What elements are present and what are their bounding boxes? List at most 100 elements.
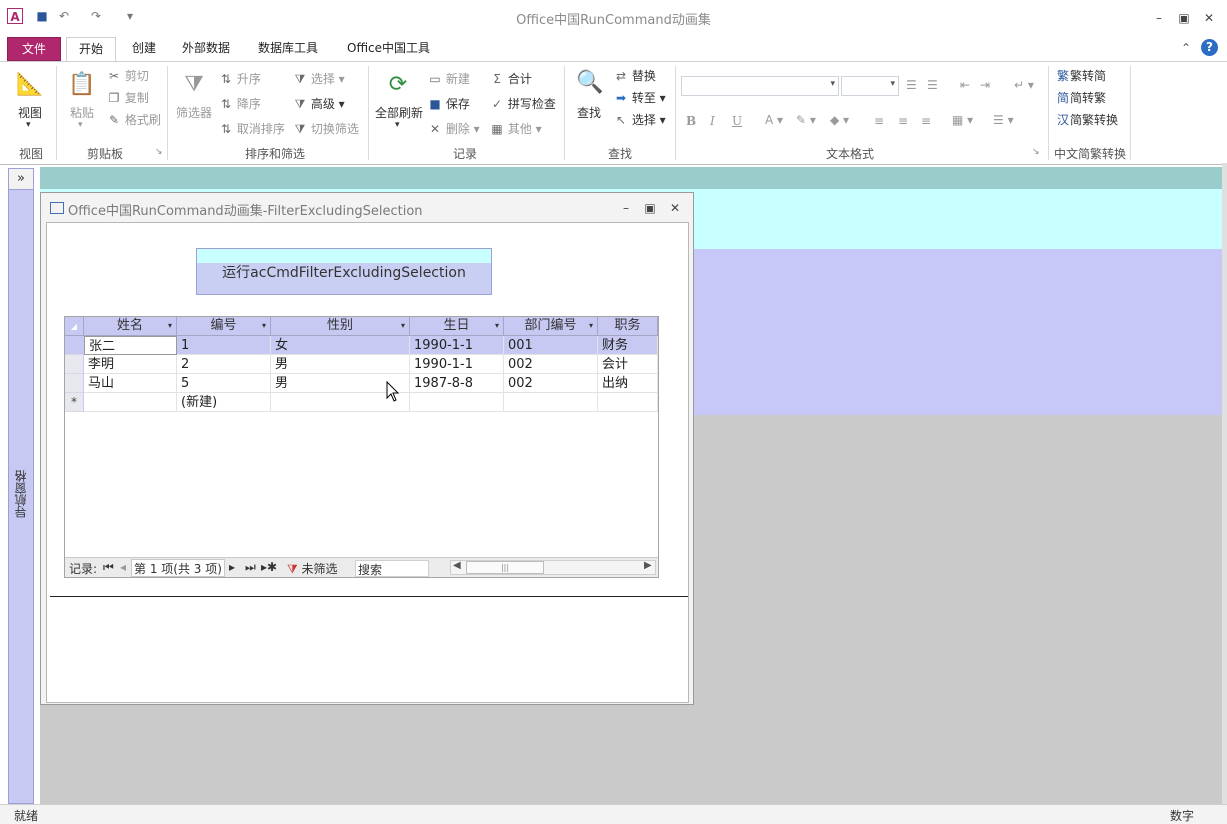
first-record-icon[interactable]: ⏮ [103,560,114,575]
column-dropdown-icon[interactable]: ▾ [495,317,499,335]
paste-button-label[interactable]: 粘贴 [70,104,94,121]
filter-icon[interactable]: ⧩ [178,70,210,100]
column-header[interactable]: 性别 ▾ [271,317,410,336]
paragraph-direction-icon[interactable]: ↵ ▾ [1014,78,1034,92]
table-cell[interactable]: 1990-1-1 [410,355,504,374]
tab-external-data[interactable]: 外部数据 [170,37,242,61]
simplified-to-traditional-button[interactable]: 简简转繁 [1056,89,1106,106]
decrease-indent-icon[interactable]: ⇤ [960,78,970,92]
replace-button[interactable]: ⇄ 替换 [614,67,656,84]
scroll-left-icon[interactable]: ◀ [453,560,461,571]
copy-button[interactable]: ❐ 复制 [107,89,149,106]
chinese-conversion-button[interactable]: 汉简繁转换 [1056,111,1118,128]
nav-pane-toggle[interactable]: » [8,168,34,190]
find-button-label[interactable]: 查找 [577,104,601,121]
bold-button[interactable]: B [686,114,696,128]
column-dropdown-icon[interactable]: ▾ [589,317,593,335]
table-cell[interactable] [410,393,504,412]
table-cell[interactable]: 出纳 [598,374,658,393]
help-icon[interactable]: ? [1201,39,1218,56]
increase-indent-icon[interactable]: ⇥ [980,78,990,92]
spelling-button[interactable]: ✓ 拼写检查 [490,95,556,112]
totals-button[interactable]: Σ 合计 [490,70,532,87]
goto-button[interactable]: ➡ 转至 ▾ [614,89,666,106]
italic-button[interactable]: I [710,114,715,128]
sort-descending-button[interactable]: ⇅ 降序 [219,95,261,112]
row-selector[interactable] [65,336,84,355]
remove-sort-button[interactable]: ⇅ 取消排序 [219,120,285,137]
view-dropdown-icon[interactable]: ▾ [26,120,31,130]
dialog-launcher-icon[interactable]: ↘ [155,147,163,157]
sort-ascending-button[interactable]: ⇅ 升序 [219,70,261,87]
table-cell[interactable]: 002 [504,355,598,374]
alternate-row-color-icon[interactable]: ☰ ▾ [993,113,1014,127]
last-record-icon[interactable]: ⏭ [245,560,256,575]
refresh-all-dropdown-icon[interactable]: ▾ [395,120,400,130]
new-record-nav-icon[interactable]: ▸✱ [261,560,277,574]
table-cell[interactable] [504,393,598,412]
table-cell[interactable]: 男 [271,355,410,374]
binoculars-icon[interactable]: 🔍 [574,68,606,98]
table-cell[interactable]: 002 [504,374,598,393]
table-cell[interactable]: 5 [177,374,271,393]
form-restore-button[interactable]: ▣ [641,200,659,216]
paste-icon[interactable]: 📋 [66,70,98,100]
new-record-button[interactable]: ▭ 新建 [428,70,470,87]
tab-home[interactable]: 开始 [66,37,116,61]
new-record-cell[interactable]: (新建) [177,393,271,412]
align-left-icon[interactable]: ≡ [874,114,884,128]
column-dropdown-icon[interactable]: ▾ [401,317,405,335]
collapse-ribbon-icon[interactable]: ⌃ [1181,41,1191,55]
workspace-scrollbar[interactable] [1222,163,1227,804]
scroll-thumb[interactable]: ||| [466,561,544,574]
traditional-to-simplified-button[interactable]: 繁繁转简 [1056,67,1106,84]
new-row-selector[interactable]: * [65,393,84,412]
minimize-button[interactable]: – [1150,10,1168,26]
view-button-label[interactable]: 视图 [18,104,42,121]
refresh-all-label[interactable]: 全部刷新 [375,104,423,121]
table-cell[interactable]: 1987-8-8 [410,374,504,393]
dialog-launcher-icon[interactable]: ↘ [1032,147,1040,157]
bullets-icon[interactable]: ☰ [906,78,917,92]
next-record-icon[interactable]: ▸ [229,560,235,574]
refresh-all-icon[interactable]: ⟳ [382,70,414,100]
underline-button[interactable]: U [732,114,742,128]
table-cell[interactable]: 1990-1-1 [410,336,504,355]
select-all-corner[interactable]: ◢ [65,317,84,336]
align-right-icon[interactable]: ≡ [921,114,931,128]
column-header[interactable]: 姓名 ▾ [84,317,177,336]
table-cell[interactable]: 女 [271,336,410,355]
toggle-filter-button[interactable]: ⧩ 切换筛选 [293,120,359,137]
tab-office-china-tools[interactable]: Office中国工具 [335,37,442,61]
form-minimize-button[interactable]: – [617,200,635,216]
filter-button-label[interactable]: 筛选器 [176,104,212,121]
gridlines-icon[interactable]: ▦ ▾ [952,113,973,127]
previous-record-icon[interactable]: ◂ [120,560,126,574]
font-name-combo[interactable]: ▾ [681,76,839,96]
column-header[interactable]: 编号 ▾ [177,317,271,336]
table-cell[interactable]: 001 [504,336,598,355]
tab-create[interactable]: 创建 [120,37,168,61]
table-cell[interactable] [598,393,658,412]
advanced-filter-button[interactable]: ⧩ 高级 ▾ [293,95,345,112]
table-cell[interactable]: 财务 [598,336,658,355]
align-center-icon[interactable]: ≡ [898,114,908,128]
column-header[interactable]: 职务 [598,317,658,336]
table-cell[interactable] [84,393,177,412]
row-selector[interactable] [65,374,84,393]
table-cell[interactable]: 2 [177,355,271,374]
table-cell[interactable]: 会计 [598,355,658,374]
table-cell[interactable]: 马山 [84,374,177,393]
column-dropdown-icon[interactable]: ▾ [168,317,172,335]
restore-button[interactable]: ▣ [1175,10,1193,26]
select-button[interactable]: ↖ 选择 ▾ [614,111,666,128]
no-filter-button[interactable]: ⧩ 未筛选 [287,560,338,577]
view-icon[interactable]: 📐 [14,70,46,100]
selection-filter-button[interactable]: ⧩ 选择 ▾ [293,70,345,87]
column-header[interactable]: 部门编号 ▾ [504,317,598,336]
tab-file[interactable]: 文件 [7,37,61,61]
nav-pane-label[interactable]: 导航窗格 [12,470,32,518]
column-header[interactable]: 生日 ▾ [410,317,504,336]
run-command-button-label[interactable]: 运行acCmdFilterExcludingSelection [196,262,492,282]
save-record-button[interactable]: ■ 保存 [428,95,470,112]
